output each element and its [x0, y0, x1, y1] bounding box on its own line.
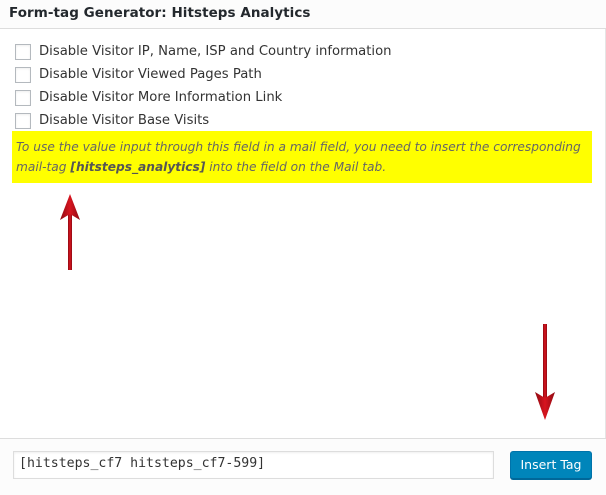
dialog-title-bar: Form-tag Generator: Hitsteps Analytics	[0, 0, 606, 29]
mail-tag: [hitsteps_analytics]	[70, 160, 206, 174]
option-label: Disable Visitor More Information Link	[39, 90, 283, 105]
option-label: Disable Visitor Viewed Pages Path	[39, 67, 262, 82]
mail-tag-notice-text: To use the value input through this fiel…	[16, 137, 588, 177]
generated-tag-field[interactable]: [hitsteps_cf7 hitsteps_cf7-599]	[13, 451, 494, 479]
form-tag-generator-dialog: Form-tag Generator: Hitsteps Analytics D…	[0, 0, 606, 495]
down-arrow-icon	[535, 324, 555, 420]
dialog-footer: [hitsteps_cf7 hitsteps_cf7-599] Insert T…	[0, 438, 606, 495]
option-disable-visitor-ip[interactable]: Disable Visitor IP, Name, ISP and Countr…	[15, 40, 392, 63]
option-disable-more-info-link[interactable]: Disable Visitor More Information Link	[15, 86, 392, 109]
disable-viewed-pages-checkbox[interactable]	[15, 66, 31, 83]
option-label: Disable Visitor IP, Name, ISP and Countr…	[39, 44, 392, 59]
options-list: Disable Visitor IP, Name, ISP and Countr…	[15, 40, 392, 132]
mail-tag-notice: To use the value input through this fiel…	[12, 131, 592, 183]
dialog-title: Form-tag Generator: Hitsteps Analytics	[9, 5, 311, 21]
up-arrow-icon	[60, 194, 80, 270]
disable-visitor-ip-checkbox[interactable]	[15, 43, 31, 60]
option-disable-base-visits[interactable]: Disable Visitor Base Visits	[15, 109, 392, 132]
option-label: Disable Visitor Base Visits	[39, 113, 210, 128]
notice-text-after: into the field on the Mail tab.	[205, 160, 387, 174]
insert-tag-button[interactable]: Insert Tag	[510, 451, 592, 479]
disable-more-info-link-checkbox[interactable]	[15, 89, 31, 106]
option-disable-viewed-pages[interactable]: Disable Visitor Viewed Pages Path	[15, 63, 392, 86]
disable-base-visits-checkbox[interactable]	[15, 112, 31, 129]
